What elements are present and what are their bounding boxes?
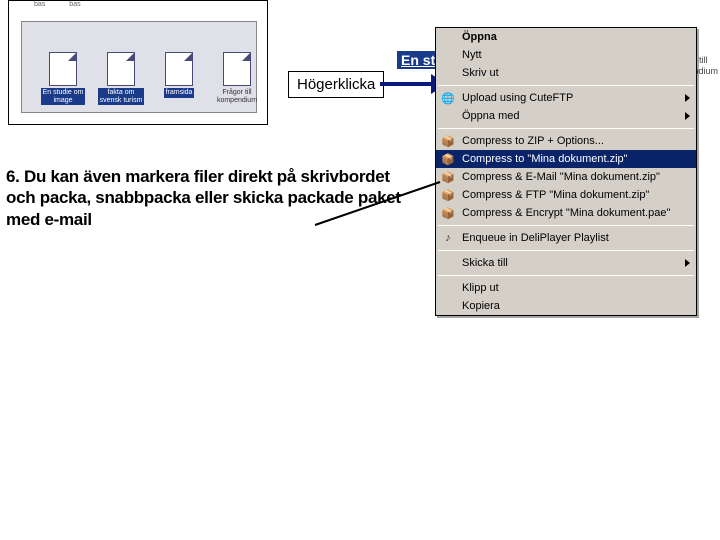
menu-item-label: Kopiera — [462, 300, 500, 312]
file-item[interactable]: framsida — [156, 52, 202, 105]
menu-item[interactable]: Skicka till — [436, 254, 696, 272]
zip-icon: 📦 — [440, 206, 456, 220]
folder-tab: bas — [66, 1, 83, 8]
menu-item-label: Compress & FTP "Mina dokument.zip" — [462, 189, 649, 201]
submenu-arrow-icon — [685, 94, 690, 102]
selected-file-behind-menu: En st — [397, 51, 439, 69]
menu-item[interactable]: 📦 Compress to "Mina dokument.zip" — [436, 150, 696, 168]
file-label: framsida — [164, 88, 195, 98]
folder-inner: En studie omimage fakta omsvensk turism fr… — [21, 21, 257, 113]
file-thumb-icon — [165, 52, 193, 86]
menu-separator — [438, 85, 694, 86]
globe-icon: 🌐 — [440, 91, 456, 105]
context-menu[interactable]: Öppna Nytt Skriv ut 🌐 Upload using CuteFTP Öp… — [435, 27, 697, 316]
menu-item[interactable]: 📦 Compress & FTP "Mina dokument.zip" — [436, 186, 696, 204]
zip-icon: 📦 — [440, 170, 456, 184]
file-label: Frågor tillkompendium — [215, 88, 259, 105]
step-6-instruction: 6. Du kan även markera filer direkt på s… — [6, 166, 406, 230]
file-label: En studie omimage — [41, 88, 86, 105]
menu-item-label: Compress to "Mina dokument.zip" — [462, 153, 628, 165]
menu-item-label: Compress & E-Mail "Mina dokument.zip" — [462, 171, 660, 183]
note-icon: ♪ — [440, 231, 456, 245]
menu-item-label: Klipp ut — [462, 282, 499, 294]
menu-separator — [438, 275, 694, 276]
zip-icon: 📦 — [440, 152, 456, 166]
menu-item[interactable]: 📦 Compress & E-Mail "Mina dokument.zip" — [436, 168, 696, 186]
folder-selection-panel: bas bas En studie omimage fakta omsvensk … — [8, 0, 268, 125]
menu-item[interactable]: Skriv ut — [436, 64, 696, 82]
zip-icon: 📦 — [440, 134, 456, 148]
menu-item[interactable]: Öppna med — [436, 107, 696, 125]
file-label: fakta omsvensk turism — [98, 88, 145, 105]
file-thumb-icon — [107, 52, 135, 86]
menu-separator — [438, 128, 694, 129]
menu-item[interactable]: 🌐 Upload using CuteFTP — [436, 89, 696, 107]
menu-item-label: Öppna — [462, 31, 497, 43]
menu-item[interactable]: Kopiera — [436, 297, 696, 315]
file-thumb-icon — [223, 52, 251, 86]
menu-separator — [438, 250, 694, 251]
menu-item-label: Enqueue in DeliPlayer Playlist — [462, 232, 609, 244]
zip-icon: 📦 — [440, 188, 456, 202]
menu-item-label: Compress to ZIP + Options... — [462, 135, 604, 147]
arrow-icon — [380, 82, 433, 86]
menu-item-label: Öppna med — [462, 110, 519, 122]
menu-item-label: Compress & Encrypt "Mina dokument.pae" — [462, 207, 670, 219]
menu-item[interactable]: Nytt — [436, 46, 696, 64]
submenu-arrow-icon — [685, 112, 690, 120]
right-click-callout: Högerklicka — [288, 71, 384, 98]
menu-item[interactable]: Klipp ut — [436, 279, 696, 297]
menu-item[interactable]: Öppna — [436, 28, 696, 46]
menu-item-label: Nytt — [462, 49, 482, 61]
submenu-arrow-icon — [685, 259, 690, 267]
menu-item-label: Upload using CuteFTP — [462, 92, 573, 104]
file-item[interactable]: En studie omimage — [40, 52, 86, 105]
folder-tab: bas — [31, 1, 48, 8]
menu-item[interactable]: 📦 Compress & Encrypt "Mina dokument.pae" — [436, 204, 696, 222]
menu-item[interactable]: 📦 Compress to ZIP + Options... — [436, 132, 696, 150]
menu-item[interactable]: ♪ Enqueue in DeliPlayer Playlist — [436, 229, 696, 247]
file-item[interactable]: Frågor tillkompendium — [214, 52, 260, 105]
menu-separator — [438, 225, 694, 226]
menu-item-label: Skriv ut — [462, 67, 499, 79]
file-item[interactable]: fakta omsvensk turism — [98, 52, 144, 105]
file-thumb-icon — [49, 52, 77, 86]
menu-item-label: Skicka till — [462, 257, 508, 269]
